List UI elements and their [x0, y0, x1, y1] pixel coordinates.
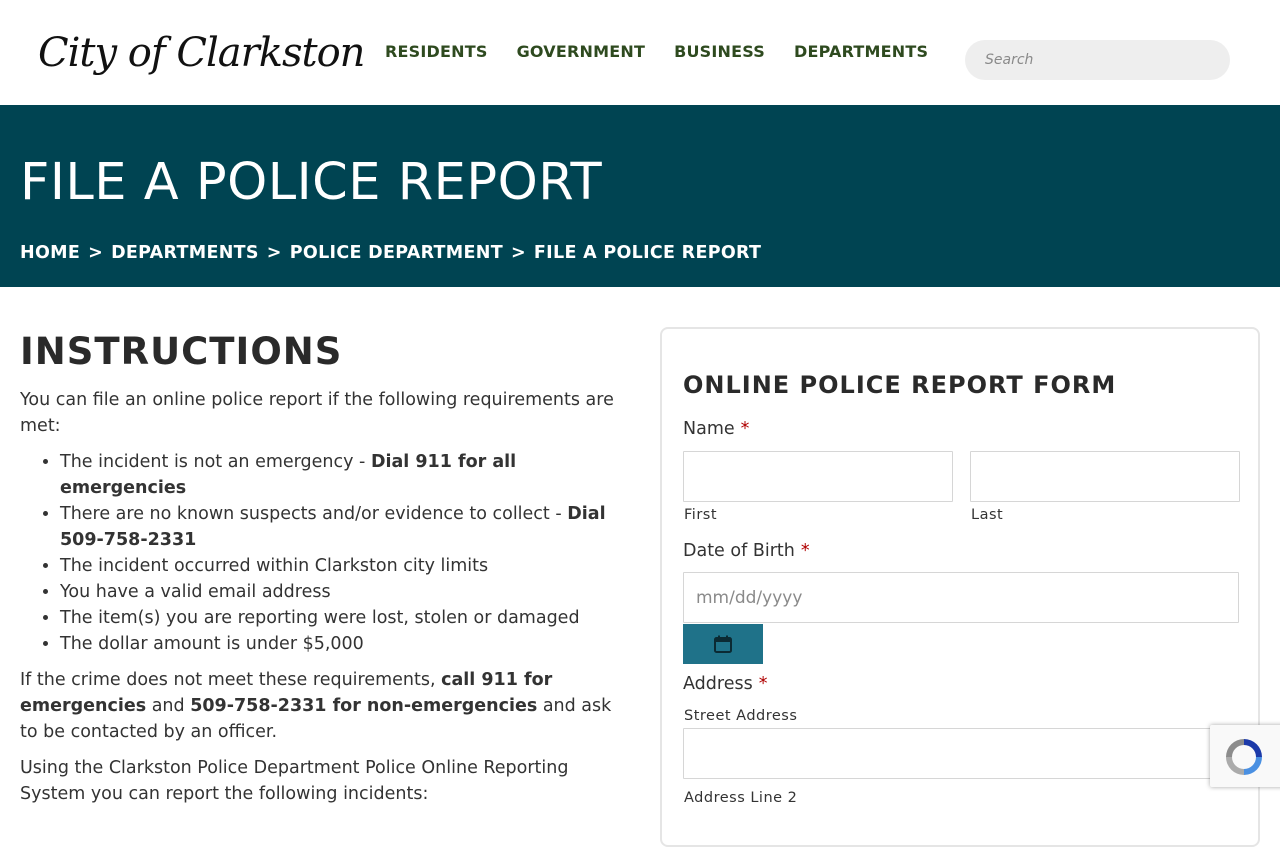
paragraph-text: If the crime does not meet these require… — [20, 670, 442, 690]
requirements-list: The incident is not an emergency - Dial … — [20, 449, 620, 657]
page-banner: FILE A POLICE REPORT HOME > DEPARTMENTS … — [0, 105, 1280, 287]
city-logo[interactable]: City of Clarkston — [30, 20, 365, 86]
name-label-text: Name — [683, 419, 735, 439]
nav-departments[interactable]: DEPARTMENTS — [794, 42, 928, 61]
street-address-input[interactable] — [683, 728, 1239, 779]
required-marker: * — [758, 674, 768, 694]
list-item-text: The incident occurred within Clarkston c… — [60, 556, 489, 576]
nav-business[interactable]: BUSINESS — [674, 42, 765, 61]
breadcrumb-separator: > — [88, 243, 104, 263]
instructions-intro: You can file an online police report if … — [20, 390, 614, 436]
street-address-sublabel: Street Address — [684, 708, 798, 724]
instructions-section: INSTRUCTIONS You can file an online poli… — [20, 330, 620, 817]
list-item-text: There are no known suspects and/or evide… — [60, 504, 568, 524]
recaptcha-icon — [1226, 739, 1262, 775]
breadcrumb-separator: > — [266, 243, 282, 263]
list-item: The incident is not an emergency - Dial … — [60, 449, 620, 501]
address-label: Address * — [683, 674, 767, 694]
list-item: The dollar amount is under $5,000 — [60, 631, 620, 657]
list-item: There are no known suspects and/or evide… — [60, 501, 620, 553]
last-name-input[interactable] — [970, 451, 1240, 502]
reporting-system-paragraph: Using the Clarkston Police Department Po… — [20, 758, 569, 804]
required-marker: * — [740, 419, 750, 439]
list-item-text: The item(s) you are reporting were lost,… — [60, 608, 580, 628]
nav-residents[interactable]: RESIDENTS — [385, 42, 488, 61]
date-picker-button[interactable] — [683, 624, 763, 664]
breadcrumb-home[interactable]: HOME — [20, 243, 80, 263]
non-emergency-number-text: 509-758-2331 for non-emergencies — [190, 696, 538, 716]
nav-government[interactable]: GOVERNMENT — [517, 42, 645, 61]
dob-label-text: Date of Birth — [683, 541, 795, 561]
paragraph-text: and — [146, 696, 191, 716]
first-name-input[interactable] — [683, 451, 953, 502]
site-header: City of Clarkston RESIDENTS GOVERNMENT B… — [0, 0, 1280, 105]
non-qualifying-paragraph: If the crime does not meet these require… — [20, 667, 620, 745]
breadcrumb: HOME > DEPARTMENTS > POLICE DEPARTMENT >… — [20, 243, 761, 263]
recaptcha-badge[interactable] — [1210, 725, 1280, 787]
list-item-text: The dollar amount is under $5,000 — [60, 634, 364, 654]
list-item: The incident occurred within Clarkston c… — [60, 553, 620, 579]
address-label-text: Address — [683, 674, 753, 694]
page-title: FILE A POLICE REPORT — [20, 153, 603, 212]
breadcrumb-separator: > — [510, 243, 526, 263]
required-marker: * — [800, 541, 810, 561]
calendar-icon — [714, 635, 732, 653]
logo-text: City of Clarkston — [38, 30, 365, 76]
breadcrumb-police-department[interactable]: POLICE DEPARTMENT — [290, 243, 503, 263]
address-line-2-sublabel: Address Line 2 — [684, 790, 798, 806]
form-title: ONLINE POLICE REPORT FORM — [683, 371, 1117, 399]
list-item-text: You have a valid email address — [60, 582, 331, 602]
dob-label: Date of Birth * — [683, 541, 810, 561]
list-item: You have a valid email address — [60, 579, 620, 605]
list-item: The item(s) you are reporting were lost,… — [60, 605, 620, 631]
list-item-text: The incident is not an emergency - — [60, 452, 371, 472]
name-label: Name * — [683, 419, 749, 439]
first-name-sublabel: First — [684, 507, 718, 523]
search-input[interactable] — [965, 40, 1230, 80]
police-report-form: ONLINE POLICE REPORT FORM Name * First La… — [660, 327, 1260, 847]
breadcrumb-current: FILE A POLICE REPORT — [533, 243, 762, 263]
instructions-heading: INSTRUCTIONS — [20, 330, 343, 373]
breadcrumb-departments[interactable]: DEPARTMENTS — [111, 243, 259, 263]
main-nav: RESIDENTS GOVERNMENT BUSINESS DEPARTMENT… — [385, 42, 957, 61]
dob-input[interactable] — [683, 572, 1239, 623]
last-name-sublabel: Last — [971, 507, 1004, 523]
